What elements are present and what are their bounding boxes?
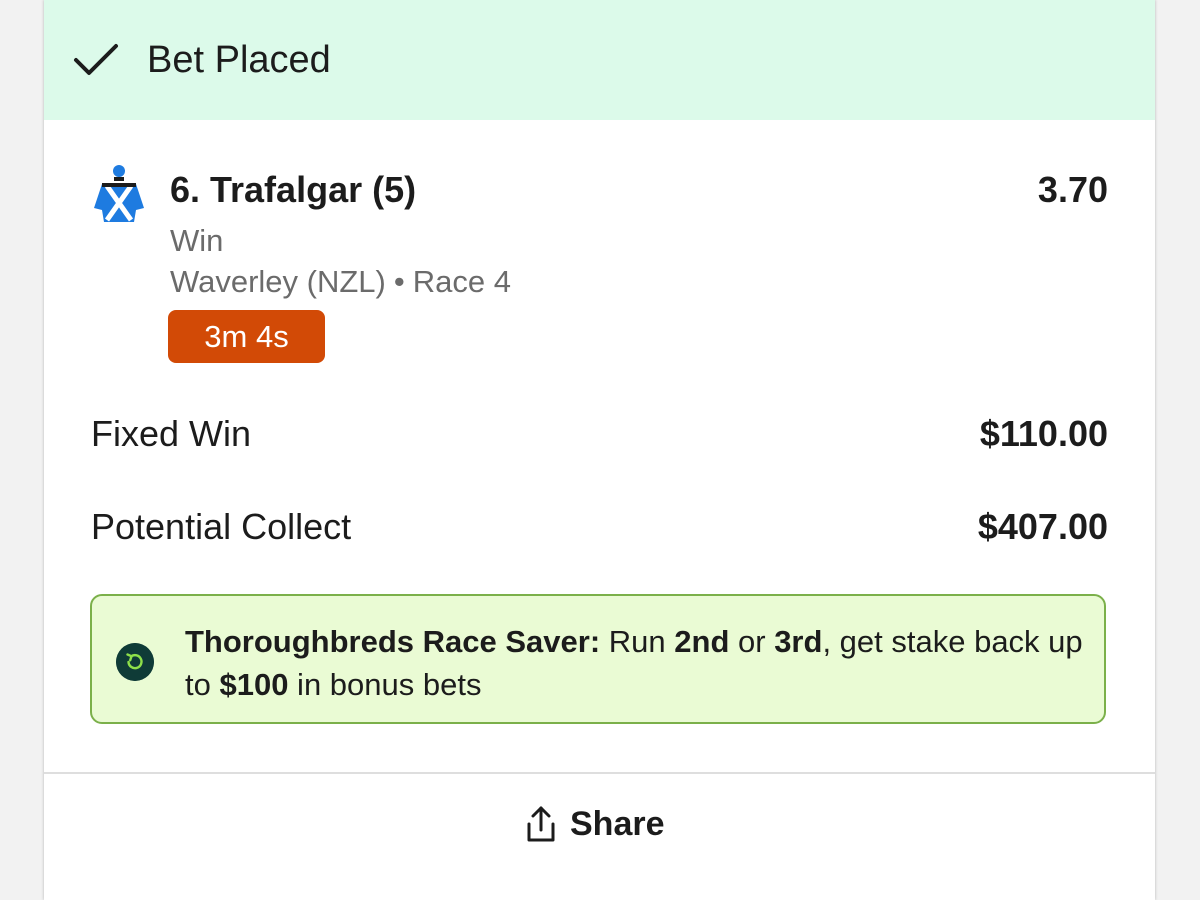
stake-value: $110.00 xyxy=(979,413,1108,454)
race-saver-promo: Thoroughbreds Race Saver: Run 2nd or 3rd… xyxy=(90,594,1106,724)
refresh-icon xyxy=(116,643,154,681)
race-number: Race 4 xyxy=(412,264,511,299)
separator-dot: • xyxy=(393,264,405,299)
share-label: Share xyxy=(570,805,665,843)
jockey-silks-icon xyxy=(94,165,144,222)
odds-value: 3.70 xyxy=(1037,169,1108,210)
potential-collect-label: Potential Collect xyxy=(91,506,352,547)
promo-amount: $100 xyxy=(219,667,289,702)
bet-placed-title: Bet Placed xyxy=(147,39,331,81)
runner-name: 6. Trafalgar (5) xyxy=(170,169,417,210)
promo-title: Thoroughbreds Race Saver: xyxy=(185,624,601,659)
bet-placed-banner: Bet Placed xyxy=(44,0,1155,120)
checkmark-icon xyxy=(74,44,118,75)
race-countdown-badge: 3m 4s xyxy=(168,310,325,363)
bet-type: Win xyxy=(170,223,224,258)
share-button[interactable]: Share xyxy=(524,804,665,854)
share-icon xyxy=(527,806,555,842)
promo-position-1: 2nd xyxy=(674,624,730,659)
promo-text: Thoroughbreds Race Saver: Run 2nd or 3rd… xyxy=(185,620,1085,706)
promo-text-part: in bonus bets xyxy=(288,667,482,702)
stake-label: Fixed Win xyxy=(91,413,252,454)
potential-collect-value: $407.00 xyxy=(977,506,1108,547)
promo-text-part: Run xyxy=(600,624,675,659)
bet-receipt-card: Bet Placed 6. Trafalgar (5) 3.70 Win Wav… xyxy=(44,0,1155,900)
promo-position-2: 3rd xyxy=(774,624,823,659)
promo-text-part: or xyxy=(729,624,775,659)
race-info: Waverley (NZL) • Race 4 xyxy=(170,263,511,301)
divider xyxy=(44,772,1155,774)
venue-name: Waverley (NZL) xyxy=(170,264,386,299)
